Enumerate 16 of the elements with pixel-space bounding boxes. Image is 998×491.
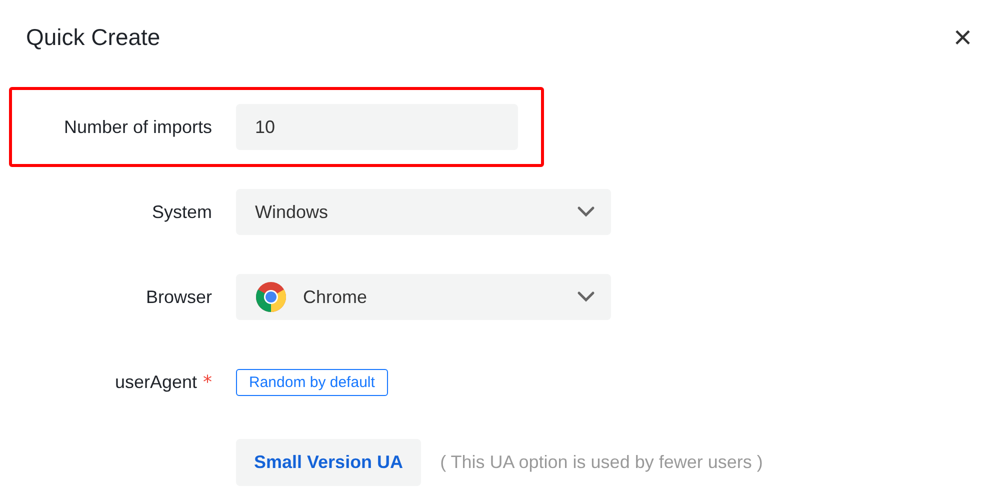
hint-text: ( This UA option is used by fewer users ) <box>440 452 763 473</box>
field-label: userAgent <box>114 372 197 392</box>
system-select[interactable]: Windows <box>236 189 611 235</box>
close-button[interactable]: × <box>953 23 972 51</box>
required-mark: * <box>203 372 212 392</box>
random-tag[interactable]: Random by default <box>236 368 388 396</box>
small-version-button[interactable]: Small Version UA <box>236 439 422 486</box>
browser-select[interactable]: Chrome <box>236 274 611 320</box>
field-label: Browser <box>146 286 212 308</box>
browser-logo-icon <box>255 281 287 313</box>
chevron-down-icon <box>577 206 595 218</box>
field-label: System <box>152 202 212 222</box>
field-label: Number of imports <box>64 116 212 138</box>
number-field[interactable]: 10 <box>236 104 518 150</box>
dialog-title: Quick Create <box>26 24 160 50</box>
chevron-down-icon <box>577 291 595 303</box>
